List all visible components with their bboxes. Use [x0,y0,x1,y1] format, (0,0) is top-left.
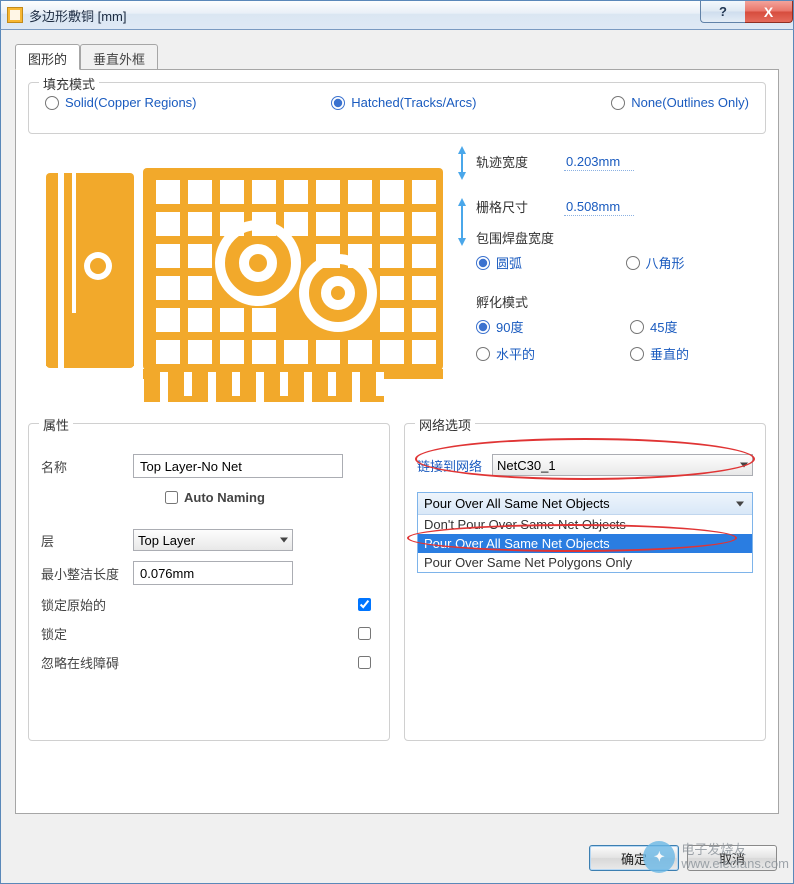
tab-vertical-label: 垂直外框 [93,52,145,67]
pour-option-0[interactable]: Don't Pour Over Same Net Objects [418,515,752,534]
watermark-text: 电子发烧友 www.elecfans.com [681,843,789,872]
radio-hatched-input[interactable] [331,96,345,110]
radio-octagon[interactable]: 八角形 [626,253,767,272]
dimension-arrow-grid-icon [456,198,468,246]
radio-arc[interactable]: 圆弧 [476,253,604,272]
grid-size-value[interactable]: 0.508mm [564,198,634,216]
ignore-obstacles-label: 忽略在线障碍 [41,653,119,672]
radio-none-input[interactable] [611,96,625,110]
radio-horizontal-label: 水平的 [496,344,535,363]
chevron-down-icon [736,501,744,506]
radio-horizontal-input[interactable] [476,347,490,361]
track-width-label: 轨迹宽度 [476,152,556,171]
pour-over-selected[interactable]: Pour Over All Same Net Objects [418,493,752,515]
radio-solid-label: Solid(Copper Regions) [65,95,197,110]
titlebar: 多边形敷铜 [mm] ? X [0,0,794,30]
dialog-body: 图形的 垂直外框 填充模式 Solid(Copper Regions) Hatc… [0,30,794,884]
watermark-line2: www.elecfans.com [681,857,789,871]
radio-hatched-label: Hatched(Tracks/Arcs) [351,95,476,110]
track-width-value[interactable]: 0.203mm [564,153,634,171]
radio-vertical-input[interactable] [630,347,644,361]
ignore-obstacles-checkbox[interactable] [358,656,371,669]
radio-none[interactable]: None(Outlines Only) [611,95,749,110]
fill-mode-legend: 填充模式 [39,74,99,93]
radio-45deg[interactable]: 45度 [630,317,766,336]
pour-option-1[interactable]: Pour Over All Same Net Objects [418,534,752,553]
radio-none-label: None(Outlines Only) [631,95,749,110]
layer-select-value: Top Layer [138,533,195,548]
preview-params: 轨迹宽度 0.203mm 栅格尺寸 0.508mm 包围焊盘宽度 圆弧 八角形 … [476,148,766,403]
radio-90deg[interactable]: 90度 [476,317,612,336]
name-label: 名称 [41,457,133,476]
watermark: ✦ 电子发烧友 www.elecfans.com [643,841,789,873]
connect-to-net-select[interactable]: NetC30_1 [492,454,753,476]
radio-vertical[interactable]: 垂直的 [630,344,766,363]
watermark-logo-icon: ✦ [643,841,675,873]
chevron-down-icon [740,463,748,468]
attributes-legend: 属性 [39,415,73,434]
help-button[interactable]: ? [700,1,745,23]
min-prim-input[interactable] [133,561,293,585]
layer-label: 层 [41,531,133,550]
tab-pane: 填充模式 Solid(Copper Regions) Hatched(Track… [15,69,779,814]
window-title: 多边形敷铜 [mm] [29,6,127,25]
watermark-line1: 电子发烧友 [681,843,789,857]
net-options-legend: 网络选项 [415,415,475,434]
locked-label: 锁定 [41,624,67,643]
radio-octagon-input[interactable] [626,256,640,270]
radio-octagon-label: 八角形 [646,253,685,272]
tabstrip: 图形的 垂直外框 [15,44,779,70]
layer-select[interactable]: Top Layer [133,529,293,551]
tab-graphical-label: 图形的 [28,52,67,67]
pour-option-1-label: Pour Over All Same Net Objects [424,536,610,551]
radio-solid-input[interactable] [45,96,59,110]
radio-45deg-label: 45度 [650,317,677,336]
connect-to-net-value: NetC30_1 [497,458,556,473]
auto-naming-checkbox[interactable]: Auto Naming [161,488,265,507]
pour-option-2[interactable]: Pour Over Same Net Polygons Only [418,553,752,572]
close-glyph: X [764,4,773,20]
app-icon [7,7,23,23]
preview-area: 轨迹宽度 0.203mm 栅格尺寸 0.508mm 包围焊盘宽度 圆弧 八角形 … [28,148,766,403]
hatch-mode-label: 孵化模式 [476,292,766,311]
radio-hatched[interactable]: Hatched(Tracks/Arcs) [331,95,476,110]
group-attributes: 属性 名称 Auto Naming 层 Top Layer [28,423,390,741]
pour-option-0-label: Don't Pour Over Same Net Objects [424,517,626,532]
radio-horizontal[interactable]: 水平的 [476,344,612,363]
grid-size-label: 栅格尺寸 [476,197,556,216]
pour-option-2-label: Pour Over Same Net Polygons Only [424,555,632,570]
auto-naming-label: Auto Naming [184,490,265,505]
lower-groups: 属性 名称 Auto Naming 层 Top Layer [28,423,766,753]
dimension-arrow-track-icon [456,146,468,180]
group-fill-mode: 填充模式 Solid(Copper Regions) Hatched(Track… [28,82,766,134]
tab-vertical-outline[interactable]: 垂直外框 [80,44,158,70]
connect-to-net-label: 链接到网络 [417,456,482,475]
pour-over-dropdown[interactable]: Pour Over All Same Net Objects Don't Pou… [417,492,753,573]
radio-arc-label: 圆弧 [496,253,522,272]
auto-naming-input[interactable] [165,491,178,504]
locked-checkbox[interactable] [358,627,371,640]
radio-arc-input[interactable] [476,256,490,270]
radio-solid[interactable]: Solid(Copper Regions) [45,95,197,110]
close-button[interactable]: X [745,1,793,23]
radio-45deg-input[interactable] [630,320,644,334]
copper-pour-preview-icon [28,148,458,403]
radio-vertical-label: 垂直的 [650,344,689,363]
radio-90deg-input[interactable] [476,320,490,334]
surround-pads-label: 包围焊盘宽度 [476,228,766,247]
chevron-down-icon [280,538,288,543]
lock-primitives-label: 锁定原始的 [41,595,106,614]
lock-primitives-checkbox[interactable] [358,598,371,611]
preview-image [28,148,458,403]
help-glyph: ? [719,4,727,19]
min-prim-label: 最小整洁长度 [41,564,133,583]
name-input[interactable] [133,454,343,478]
tab-graphical[interactable]: 图形的 [15,44,80,70]
pour-over-selected-label: Pour Over All Same Net Objects [424,496,610,511]
group-net-options: 网络选项 链接到网络 NetC30_1 Pour Over All Same N… [404,423,766,741]
radio-90deg-label: 90度 [496,317,523,336]
